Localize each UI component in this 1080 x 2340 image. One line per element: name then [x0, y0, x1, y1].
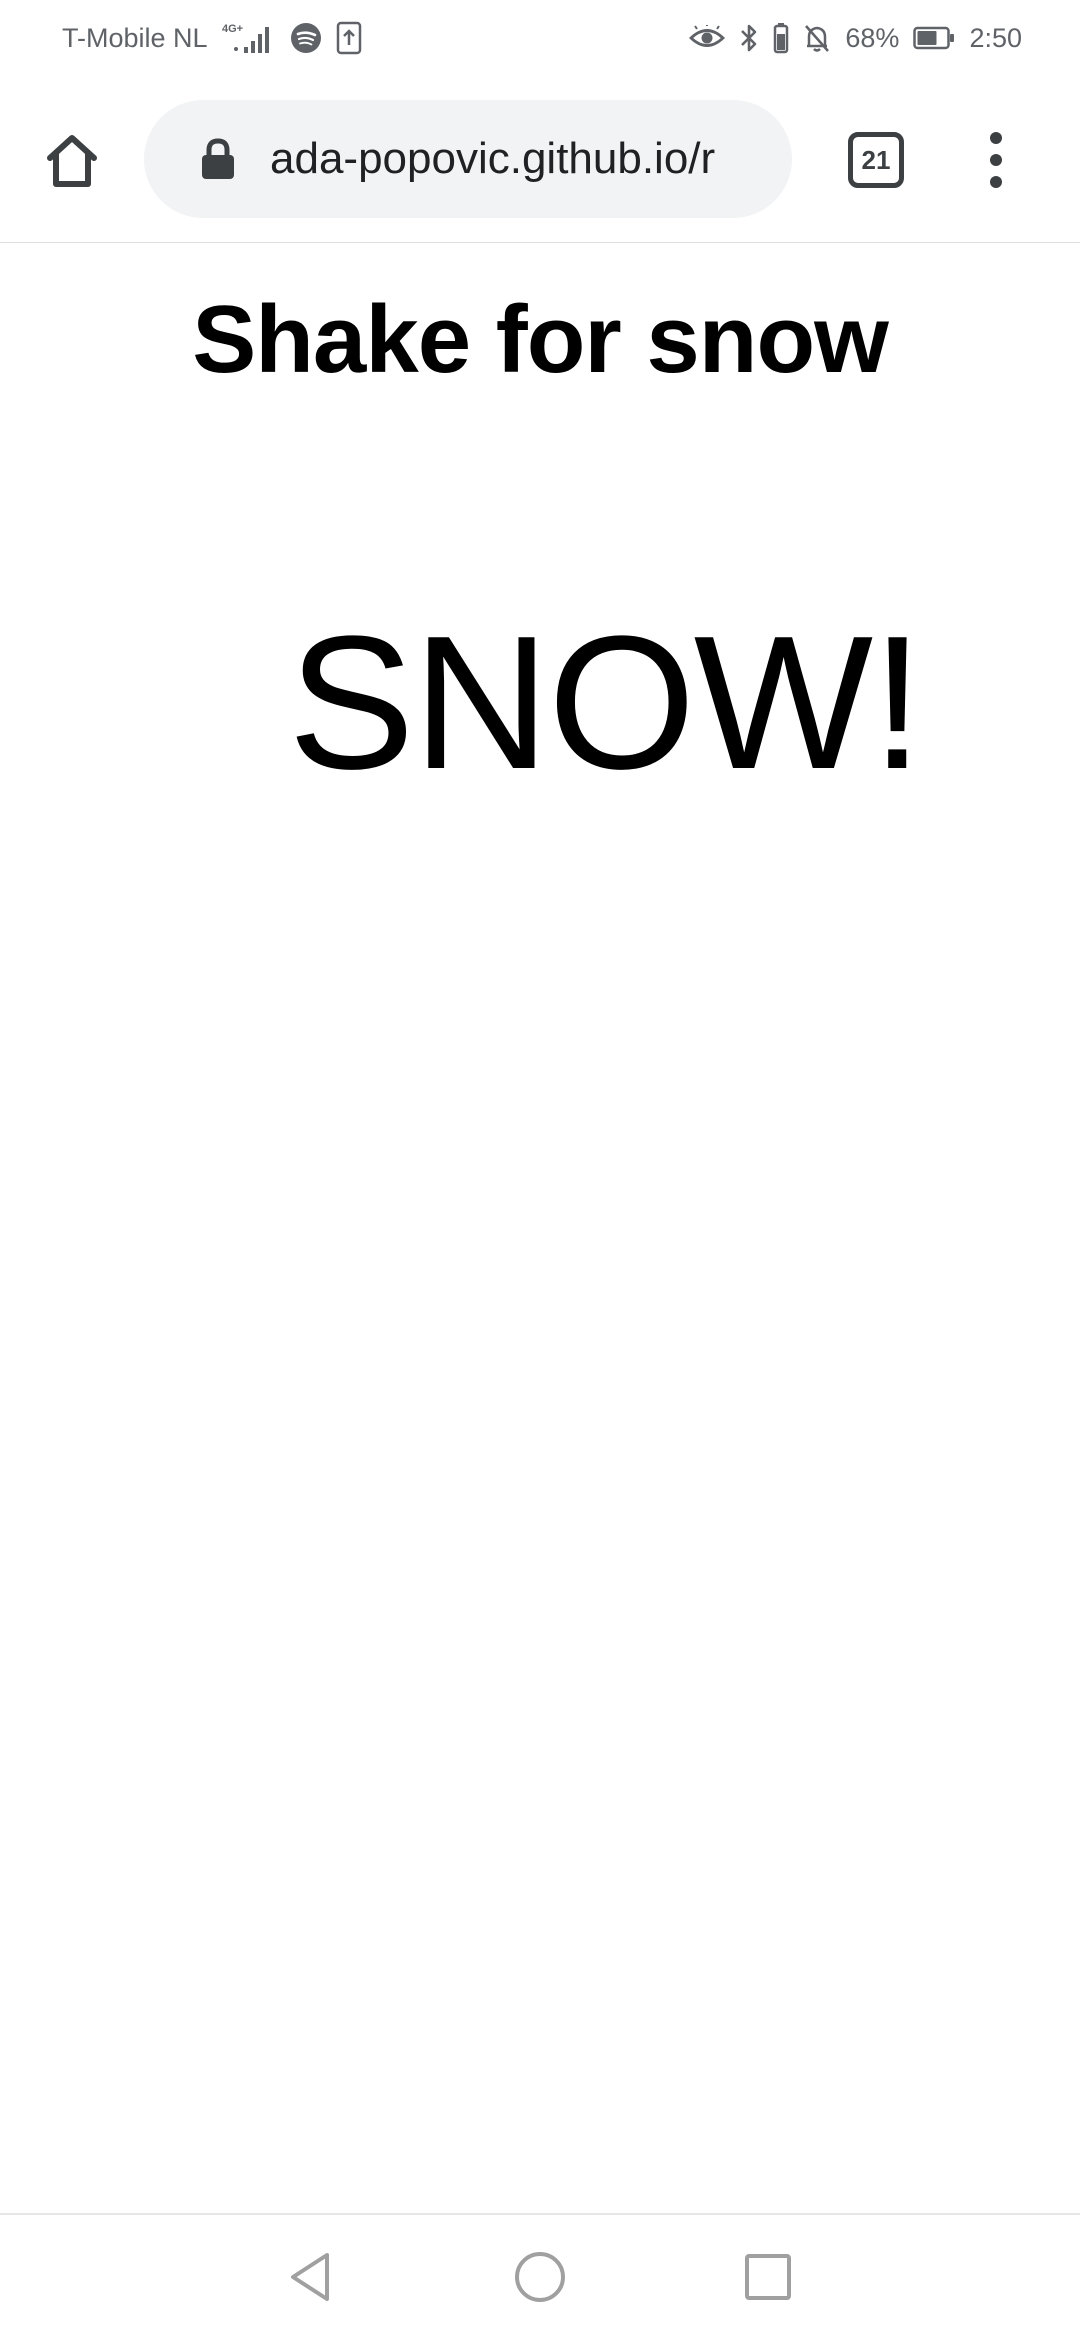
url-text[interactable]: ada-popovic.github.io/r [270, 134, 792, 184]
vibrate-battery-icon [773, 22, 789, 54]
network-type-label: 4G+ [222, 23, 243, 35]
menu-dot-icon [990, 176, 1002, 188]
address-bar[interactable]: ada-popovic.github.io/r [144, 100, 792, 218]
page-title: Shake for snow [192, 286, 889, 393]
status-left: T-Mobile NL 4G+ [62, 21, 362, 55]
home-nav-button[interactable] [508, 2245, 572, 2309]
status-right: 68% 2:50 [689, 22, 1022, 54]
back-button[interactable] [278, 2245, 342, 2309]
upload-icon [336, 21, 362, 55]
signal-icon: 4G+ [222, 21, 276, 55]
battery-level-fill [917, 31, 937, 45]
battery-icon [913, 26, 955, 50]
bluetooth-icon [739, 22, 759, 54]
menu-dot-icon [990, 154, 1002, 166]
menu-dot-icon [990, 132, 1002, 144]
web-page-content: Shake for snow SNOW! [0, 243, 1080, 2213]
back-triangle-icon [291, 2253, 329, 2301]
home-icon [47, 135, 97, 187]
navigation-bar [0, 2213, 1080, 2340]
silent-icon [803, 22, 831, 54]
battery-percent: 68% [845, 22, 900, 53]
eye-comfort-icon [689, 25, 726, 51]
recents-button[interactable] [736, 2245, 800, 2309]
tab-count: 21 [861, 144, 891, 175]
clock: 2:50 [969, 22, 1022, 53]
snow-text: SNOW! [288, 597, 924, 809]
recents-square-icon [745, 2254, 791, 2300]
tab-switcher-button[interactable]: 21 [848, 132, 904, 188]
spotify-icon [290, 22, 322, 54]
browser-toolbar: ada-popovic.github.io/r 21 [0, 76, 1080, 243]
overflow-menu-button[interactable] [972, 128, 1020, 192]
home-button[interactable] [36, 124, 108, 196]
status-bar: T-Mobile NL 4G+ 68% 2:50 [0, 0, 1080, 76]
home-circle-icon [515, 2252, 565, 2302]
carrier-label: T-Mobile NL [62, 22, 208, 53]
lock-icon[interactable] [198, 136, 238, 182]
phone-screen: T-Mobile NL 4G+ 68% 2:50 ada-popovic.git… [0, 0, 1080, 2340]
